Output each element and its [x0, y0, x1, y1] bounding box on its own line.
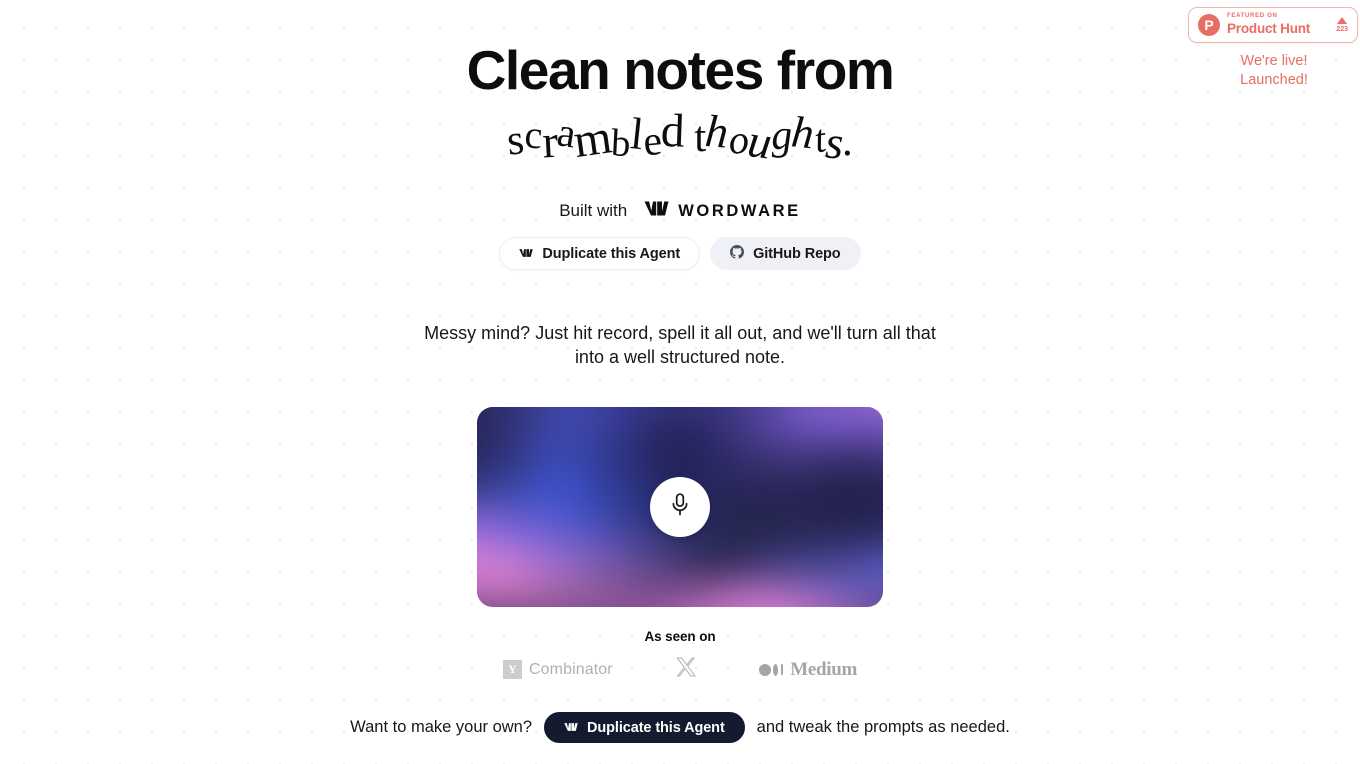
- github-icon: [730, 244, 745, 263]
- duplicate-agent-button-label: Duplicate this Agent: [542, 245, 681, 262]
- hero-section: Clean notes from scrambled thoughts. Bui…: [0, 0, 1360, 683]
- duplicate-agent-button[interactable]: Duplicate this Agent: [499, 237, 701, 270]
- ycombinator-mark-icon: Y: [502, 660, 522, 679]
- x-logo: [675, 656, 697, 683]
- record-button[interactable]: [650, 477, 710, 537]
- footer-trail-text: and tweak the prompts as needed.: [756, 718, 1010, 736]
- as-seen-on-label: As seen on: [644, 629, 716, 644]
- github-repo-button[interactable]: GitHub Repo: [710, 237, 861, 270]
- page-title: Clean notes from: [466, 39, 895, 101]
- voice-recorder-card[interactable]: [477, 407, 883, 607]
- wordware-icon: [564, 720, 578, 736]
- scrambled-headline: scrambled thoughts.: [504, 105, 856, 170]
- github-repo-button-label: GitHub Repo: [753, 245, 841, 262]
- ycombinator-wordmark: Combinator: [528, 660, 613, 678]
- wordware-mark-icon: [644, 200, 669, 222]
- footer-lead-text: Want to make your own?: [350, 718, 533, 736]
- wordware-wordmark: WORDWARE: [678, 201, 801, 220]
- hero-button-row: Duplicate this Agent GitHub Repo: [499, 237, 861, 270]
- hero-subtitle: Messy mind? Just hit record, spell it al…: [424, 323, 936, 367]
- medium-logo: Medium: [758, 658, 857, 681]
- landing-page: P FEATURED ON Product Hunt 223 We're liv…: [0, 0, 1360, 764]
- footer-cta: Want to make your own? Duplicate this Ag…: [0, 712, 1360, 743]
- x-mark-icon: [675, 656, 697, 683]
- built-with-label: Built with: [559, 201, 628, 220]
- built-with-row: Built with WORDWARE: [559, 200, 801, 222]
- as-seen-on-section: As seen on Y Combinator Medium: [502, 629, 857, 683]
- medium-mark-icon: [758, 663, 784, 676]
- wordware-icon: [519, 246, 534, 262]
- microphone-icon: [669, 492, 691, 522]
- medium-wordmark: Medium: [790, 658, 857, 680]
- wordware-logo: WORDWARE: [644, 200, 801, 222]
- ycombinator-logo: Y Combinator: [502, 660, 613, 679]
- footer-duplicate-agent-button-label: Duplicate this Agent: [587, 719, 725, 736]
- press-logo-row: Y Combinator Medium: [502, 656, 857, 683]
- footer-duplicate-agent-button[interactable]: Duplicate this Agent: [544, 712, 745, 743]
